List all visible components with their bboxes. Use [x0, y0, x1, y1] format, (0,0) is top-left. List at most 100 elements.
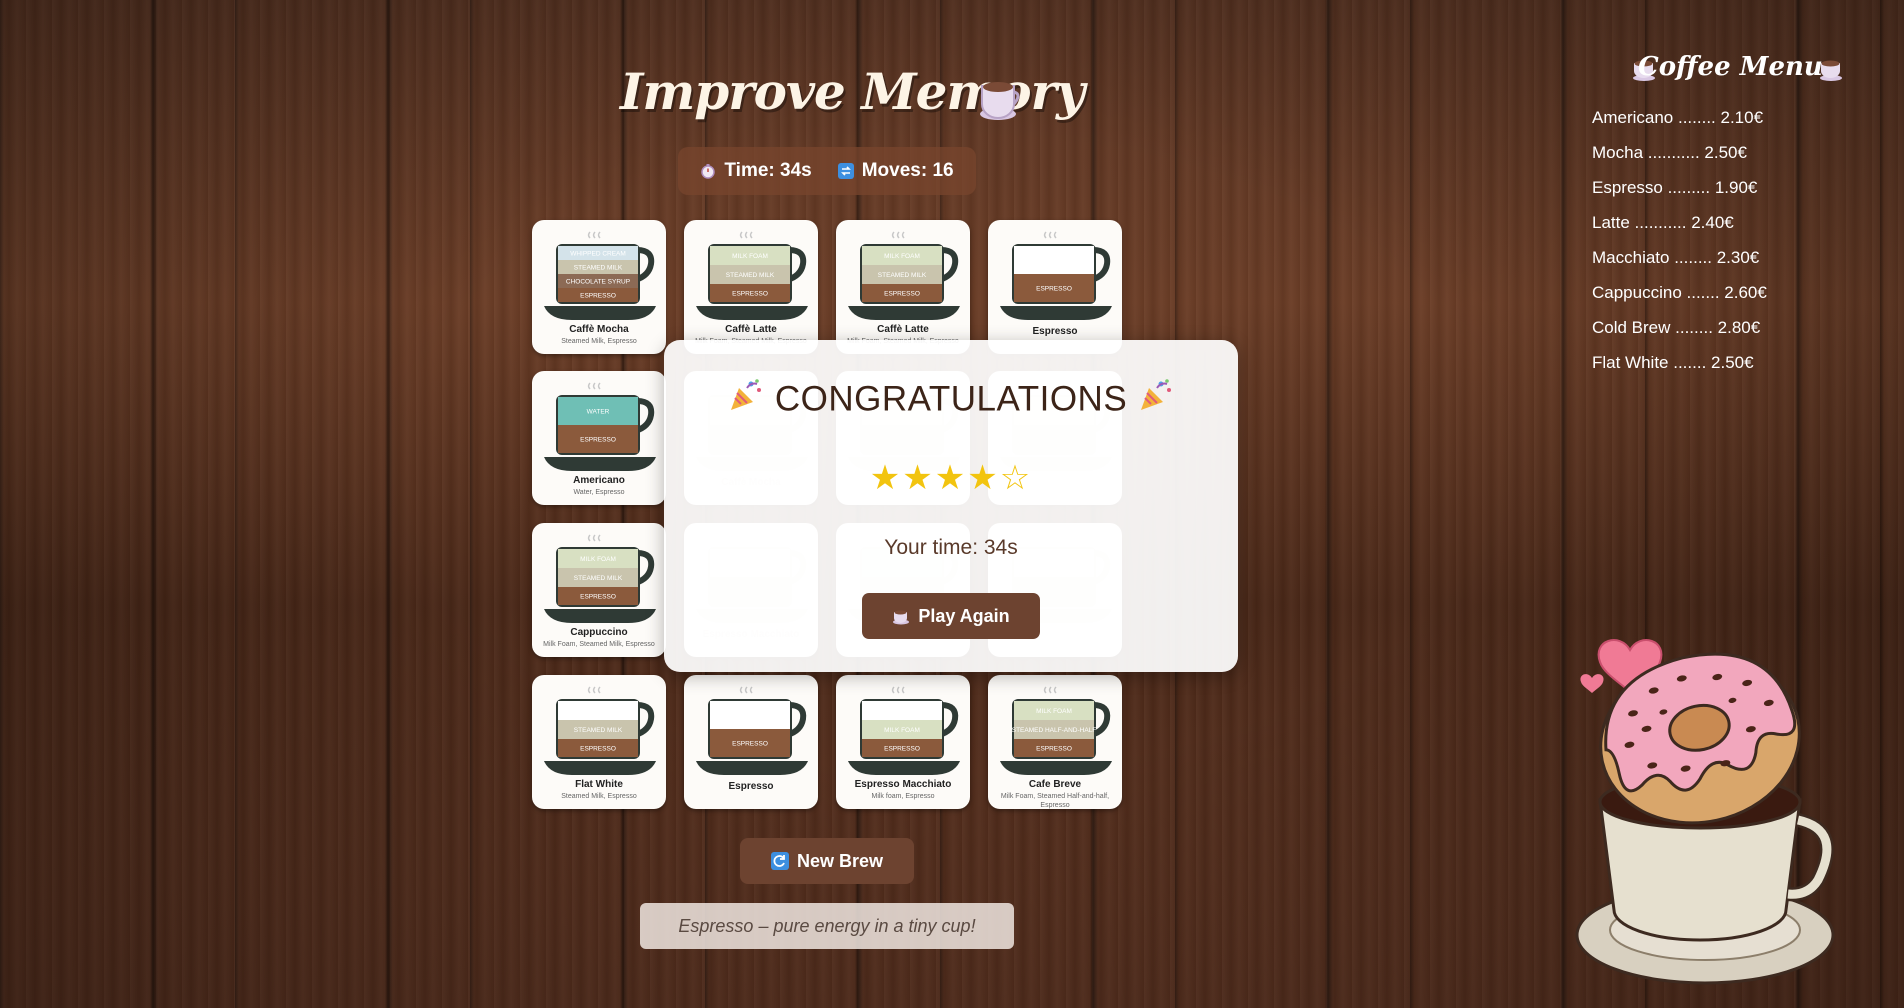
timer-stat: Time: 34s [700, 160, 812, 182]
layer-label: STEAMED MILK [574, 265, 623, 272]
drink-layer [1014, 246, 1094, 274]
menu-item: Flat White ....... 2.50€ [1592, 353, 1754, 372]
card-face: MILK FOAM STEAMED MILK ESPRESSO Caffè Latte… [684, 220, 818, 354]
memory-card[interactable]: STEAMED MILK ESPRESSO Flat White Steamed Mi… [532, 675, 666, 809]
menu-item: Mocha ........... 2.50€ [1592, 143, 1747, 162]
layer-label: ESPRESSO [732, 741, 768, 748]
star-rating: ★★★★☆ [869, 458, 1033, 498]
coffee-cup-icon [978, 76, 1020, 126]
layer-label: MILK FOAM [732, 253, 768, 260]
saucer [544, 761, 656, 775]
memory-card[interactable]: MILK FOAM STEAMED MILK ESPRESSO Caffè Latte… [836, 220, 970, 354]
steam-icon [587, 534, 601, 542]
saucer [544, 609, 656, 623]
menu-item: Latte ........... 2.40€ [1592, 213, 1734, 232]
layer-label: WATER [587, 409, 610, 416]
play-again-button[interactable]: Play Again [862, 593, 1040, 639]
modal-title: CONGRATULATIONS [664, 376, 1238, 423]
coffee-cup-icon [892, 607, 910, 625]
memory-card[interactable]: ESPRESSO Espresso [988, 220, 1122, 354]
menu-title: Coffee Menu [1638, 52, 1823, 82]
steam-icon [739, 686, 753, 694]
refresh-icon [770, 852, 789, 870]
card-face: WATER ESPRESSO Americano Water, Espresso [532, 371, 666, 505]
saucer [696, 761, 808, 775]
layer-label: MILK FOAM [1036, 708, 1072, 715]
card-drink-name: Caffè Mocha [569, 324, 629, 335]
layer-label: ESPRESSO [580, 437, 616, 444]
party-popper-icon [727, 376, 765, 423]
card-drink-name: Espresso [728, 781, 774, 792]
card-drink-name: Cappuccino [570, 627, 628, 638]
card-face: MILK FOAM STEAMED MILK ESPRESSO Caffè Latte… [836, 220, 970, 354]
memory-card[interactable]: MILK FOAM STEAMED HALF-AND-HALF ESPRESSO Ca… [988, 675, 1122, 809]
memory-card[interactable]: MILK FOAM STEAMED MILK ESPRESSO Caffè Latte… [684, 220, 818, 354]
layer-label: ESPRESSO [1036, 286, 1072, 293]
layer-label: MILK FOAM [580, 556, 616, 563]
stopwatch-icon [700, 163, 716, 179]
steam-icon [587, 231, 601, 239]
layer-label: MILK FOAM [884, 727, 920, 734]
card-drink-ingredients: Steamed Milk, Espresso [561, 338, 637, 345]
layer-label: STEAMED MILK [574, 727, 623, 734]
layer-label: ESPRESSO [580, 594, 616, 601]
layer-label: STEAMED MILK [878, 272, 927, 279]
layer-label: ESPRESSO [580, 746, 616, 753]
party-popper-icon [1137, 376, 1175, 423]
layer-label: MILK FOAM [884, 253, 920, 260]
card-drink-name: Caffè Latte [725, 324, 777, 335]
stats-bar: Time: 34s Moves: 16 [678, 147, 976, 195]
layer-label: ESPRESSO [580, 293, 616, 300]
card-face: MILK FOAM STEAMED HALF-AND-HALF ESPRESSO Ca… [988, 675, 1122, 809]
card-drink-name: Caffè Latte [877, 324, 929, 335]
memory-card[interactable]: WATER ESPRESSO Americano Water, Espresso [532, 371, 666, 505]
saucer [848, 306, 960, 320]
card-face: WHIPPED CREAM STEAMED MILK CHOCOLATE SYRUP… [532, 220, 666, 354]
steam-icon [891, 231, 905, 239]
card-drink-name: Flat White [575, 779, 623, 790]
play-again-label: Play Again [918, 605, 1010, 626]
card-face: ESPRESSO Espresso [988, 220, 1122, 354]
drink-layer [558, 701, 638, 720]
memory-card[interactable]: MILK FOAM STEAMED MILK ESPRESSO Cappuccino M… [532, 523, 666, 657]
your-time-text: Your time: 34s [884, 536, 1018, 559]
menu-item: Cold Brew ........ 2.80€ [1592, 318, 1761, 337]
new-brew-label: New Brew [796, 850, 884, 871]
new-brew-button[interactable]: New Brew [740, 838, 914, 884]
steam-icon [1043, 686, 1057, 694]
memory-card[interactable]: WHIPPED CREAM STEAMED MILK CHOCOLATE SYRUP… [532, 220, 666, 354]
menu-item: Espresso ......... 1.90€ [1592, 178, 1758, 197]
layer-label: ESPRESSO [732, 291, 768, 298]
donut-cup-illustration [1530, 590, 1870, 994]
saucer [1000, 761, 1112, 775]
card-drink-ingredients: Water, Espresso [573, 489, 625, 496]
coffee-menu-list: Americano ........ 2.10€ Mocha .........… [1592, 106, 1767, 386]
memory-card[interactable]: MILK FOAM ESPRESSO Espresso Macchiato Milk … [836, 675, 970, 809]
saucer [696, 306, 808, 320]
card-drink-name: Espresso Macchiato [854, 779, 952, 790]
layer-label: STEAMED HALF-AND-HALF [1012, 727, 1097, 734]
coffee-quote: Espresso – pure energy in a tiny cup! [640, 903, 1014, 949]
memory-card[interactable]: ESPRESSO Espresso [684, 675, 818, 809]
card-drink-name: Espresso [1032, 326, 1078, 337]
card-drink-ingredients: Milk Foam, Steamed Half-and-half, Espres… [1000, 793, 1110, 809]
menu-item: Cappuccino ....... 2.60€ [1592, 283, 1767, 302]
card-face: ESPRESSO Espresso [684, 675, 818, 809]
card-drink-ingredients: Milk Foam, Steamed Milk, Espresso [543, 641, 655, 648]
modal-title-text: CONGRATULATIONS [774, 379, 1128, 419]
moves-label: Moves: 16 [861, 160, 954, 181]
steam-icon [587, 686, 601, 694]
layer-label: ESPRESSO [884, 746, 920, 753]
menu-item: Americano ........ 2.10€ [1592, 108, 1764, 127]
card-drink-ingredients: Steamed Milk, Espresso [561, 793, 637, 800]
steam-icon [891, 686, 905, 694]
coffee-cup-icon [1818, 56, 1844, 86]
layer-label: CHOCOLATE SYRUP [566, 279, 630, 286]
card-drink-name: Cafe Breve [1028, 779, 1082, 790]
menu-item: Macchiato ........ 2.30€ [1592, 248, 1760, 267]
layer-label: WHIPPED CREAM [570, 251, 626, 258]
saucer [1000, 306, 1112, 320]
saucer [848, 761, 960, 775]
layer-label: STEAMED MILK [574, 575, 623, 582]
moves-stat: Moves: 16 [837, 160, 954, 182]
